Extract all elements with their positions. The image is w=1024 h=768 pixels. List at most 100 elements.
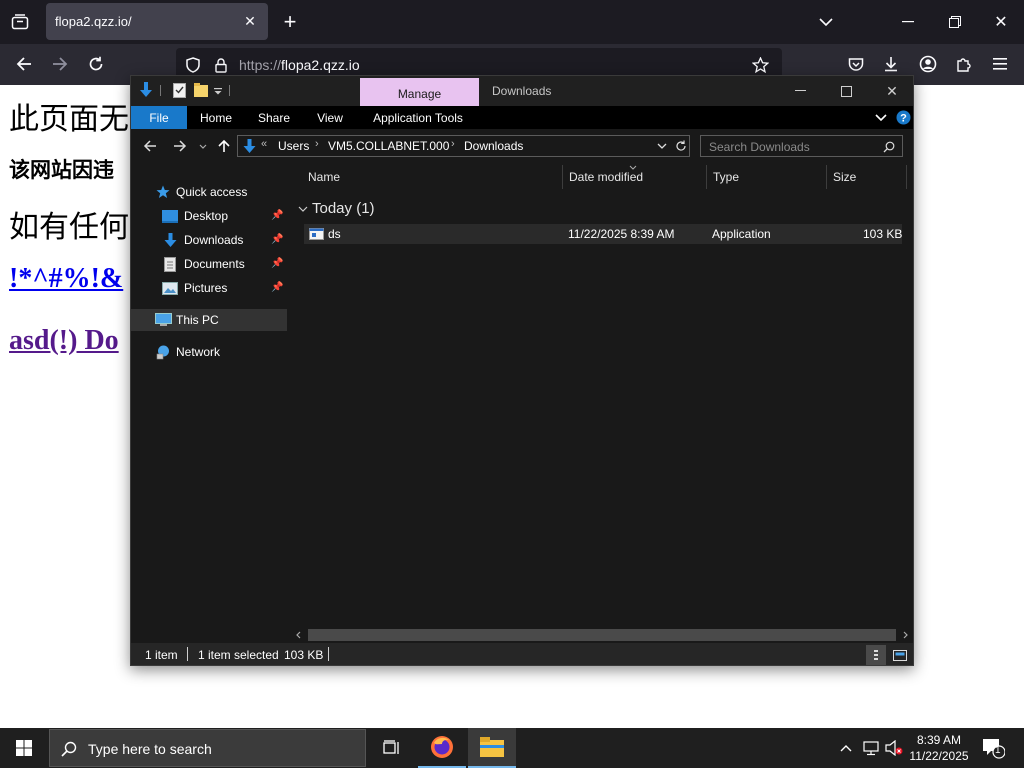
bookmark-star-icon[interactable] (750, 55, 770, 75)
horizontal-scrollbar[interactable] (290, 627, 913, 643)
extensions-puzzle-icon[interactable] (952, 52, 976, 76)
refresh-icon[interactable] (673, 138, 689, 154)
downloads-arrow-icon[interactable] (139, 82, 153, 98)
menu-hamburger-icon[interactable] (988, 52, 1012, 76)
ribbon-tab-application-tools[interactable]: Application Tools (365, 106, 471, 129)
group-collapse-chevron-icon[interactable] (298, 206, 308, 213)
pin-icon[interactable]: 📌 (271, 234, 283, 245)
ribbon-tab-view[interactable]: View (309, 106, 351, 129)
nav-this-pc[interactable]: This PC (131, 309, 287, 331)
nav-documents[interactable]: Documents 📌 (131, 253, 287, 275)
pictures-icon (162, 280, 178, 296)
lock-icon[interactable] (212, 56, 230, 74)
network-status-icon[interactable] (862, 739, 880, 757)
nav-quick-access[interactable]: Quick access (131, 181, 287, 203)
page-link-2[interactable]: asd(!) Do (9, 325, 119, 357)
search-icon[interactable] (881, 139, 897, 155)
tab-flopa2[interactable]: flopa2.qzz.io/ ✕ (46, 3, 268, 40)
breadcrumb-chevron-icon[interactable]: › (451, 138, 455, 150)
forward-arrow-icon[interactable] (48, 52, 72, 76)
breadcrumb-overflow-icon[interactable]: « (261, 138, 267, 150)
nav-desktop[interactable]: Desktop 📌 (131, 205, 287, 227)
clock-time: 8:39 AM (916, 733, 962, 747)
pin-icon[interactable]: 📌 (271, 210, 283, 221)
nav-label: Downloads (184, 233, 244, 247)
explorer-close-icon[interactable]: ✕ (869, 76, 913, 106)
pocket-icon[interactable] (844, 52, 868, 76)
recent-locations-chevron-icon[interactable] (197, 139, 209, 153)
url-text[interactable]: https://flopa2.qzz.io (239, 57, 360, 73)
explorer-forward-icon[interactable] (171, 137, 189, 155)
tab-list-chevron-icon[interactable] (814, 10, 838, 34)
column-separator[interactable] (906, 165, 907, 189)
up-folder-arrow-icon[interactable] (215, 137, 233, 155)
new-folder-icon[interactable] (194, 82, 208, 98)
explorer-maximize-icon[interactable] (823, 76, 869, 106)
column-separator[interactable] (562, 165, 563, 189)
large-icons-view-icon[interactable] (890, 645, 910, 665)
new-tab-icon[interactable]: + (278, 9, 302, 35)
breadcrumb-downloads[interactable]: Downloads (464, 139, 523, 153)
explorer-minimize-icon[interactable] (777, 76, 823, 106)
customize-toolbar-icon[interactable] (213, 82, 223, 98)
sort-chevron-icon (628, 163, 638, 171)
nav-network[interactable]: Network (131, 341, 287, 363)
status-divider (187, 647, 188, 661)
scroll-left-icon[interactable] (293, 630, 303, 640)
task-view-icon[interactable] (368, 728, 416, 768)
scroll-right-icon[interactable] (900, 630, 910, 640)
account-icon[interactable] (916, 52, 940, 76)
ribbon-tab-home[interactable]: Home (193, 106, 239, 129)
restore-icon[interactable] (943, 10, 967, 34)
shield-icon[interactable] (184, 56, 202, 74)
ribbon-tabs: File Home Share View Application Tools ? (131, 106, 913, 129)
column-header-name[interactable]: Name (308, 163, 340, 191)
file-row-ds[interactable]: ds 11/22/2025 8:39 AM Application 103 KB (304, 224, 902, 244)
status-divider (328, 647, 329, 661)
show-hidden-icons-chevron-icon[interactable] (838, 740, 854, 756)
explorer-title-bar[interactable]: Manage Downloads ✕ (131, 76, 913, 106)
nav-downloads[interactable]: Downloads 📌 (131, 229, 287, 251)
taskbar-firefox-icon[interactable] (418, 728, 466, 768)
search-downloads-input[interactable]: Search Downloads (700, 135, 903, 157)
breadcrumb-users[interactable]: Users (278, 139, 309, 153)
pin-icon[interactable]: 📌 (271, 282, 283, 293)
address-dropdown-chevron-icon[interactable] (656, 140, 668, 152)
scrollbar-thumb[interactable] (308, 629, 896, 641)
column-header-type[interactable]: Type (713, 163, 739, 191)
reload-icon[interactable] (84, 52, 108, 76)
page-paragraph: 该网站因违 (9, 158, 114, 182)
star-icon (155, 184, 171, 200)
address-bar[interactable]: « Users › VM5.COLLABNET.000 › Downloads (237, 135, 690, 157)
pin-icon[interactable]: 📌 (271, 258, 283, 269)
firefox-view-icon[interactable] (6, 10, 34, 34)
back-arrow-icon[interactable] (12, 52, 36, 76)
ribbon-tab-file[interactable]: File (131, 106, 187, 129)
volume-muted-icon[interactable] (884, 739, 904, 757)
expand-ribbon-chevron-icon[interactable] (873, 110, 889, 126)
notification-center-icon[interactable]: 1 (980, 736, 1006, 760)
breadcrumb-vm5[interactable]: VM5.COLLABNET.000 (328, 139, 449, 153)
properties-icon[interactable] (173, 82, 186, 98)
nav-pictures[interactable]: Pictures 📌 (131, 277, 287, 299)
taskbar-search-box[interactable]: Type here to search (49, 729, 366, 767)
column-separator[interactable] (826, 165, 827, 189)
column-separator[interactable] (706, 165, 707, 189)
close-window-icon[interactable]: ✕ (989, 10, 1013, 34)
breadcrumb-chevron-icon[interactable]: › (315, 138, 319, 150)
nav-label: Documents (184, 257, 245, 271)
help-icon[interactable]: ? (896, 110, 911, 125)
minimize-icon[interactable] (896, 10, 920, 34)
taskbar-file-explorer-icon[interactable] (468, 728, 516, 768)
downloads-icon[interactable] (879, 52, 903, 76)
ribbon-tab-share[interactable]: Share (251, 106, 297, 129)
taskbar-clock[interactable]: 8:39 AM 11/22/2025 (906, 732, 972, 764)
page-link-1[interactable]: !*^#%!& (9, 263, 123, 295)
tab-close-icon[interactable]: ✕ (240, 11, 260, 31)
tab-manage[interactable]: Manage (360, 78, 479, 106)
group-header-today[interactable]: Today (1) (298, 200, 375, 217)
column-header-size[interactable]: Size (833, 163, 856, 191)
details-view-icon[interactable] (866, 645, 886, 665)
start-windows-icon[interactable] (0, 728, 48, 768)
explorer-back-icon[interactable] (141, 137, 159, 155)
